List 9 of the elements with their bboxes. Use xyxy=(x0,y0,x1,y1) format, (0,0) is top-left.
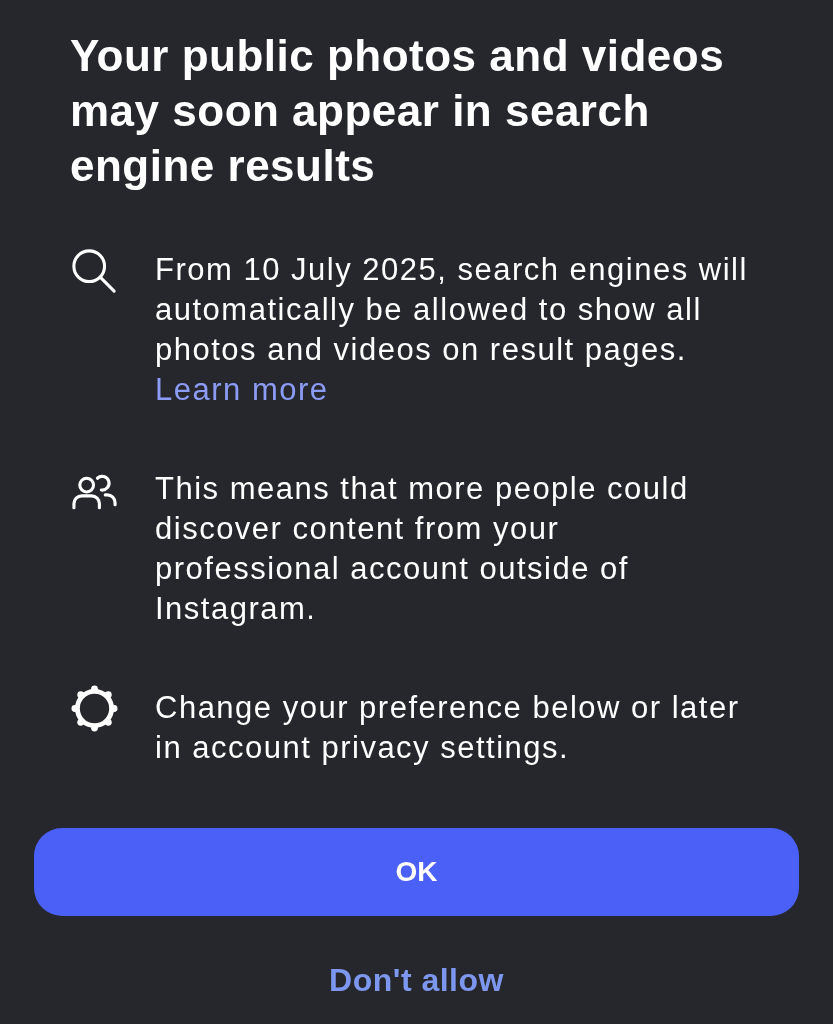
info-paragraph: This means that more people could discover content from your professional account outside of Instagram. xyxy=(155,470,690,628)
dialog-title: Your public photos and videos may soon appear in search engine results xyxy=(70,30,726,192)
gear-icon xyxy=(71,685,118,732)
info-paragraph: Change your preference below or later in account privacy settings. xyxy=(155,689,741,767)
ok-button[interactable]: OK xyxy=(34,828,799,916)
learn-more-link[interactable]: Learn more xyxy=(155,372,329,407)
dont-allow-button[interactable]: Don't allow xyxy=(321,952,512,1008)
search-icon xyxy=(71,248,117,294)
info-paragraph: From 10 July 2025, search engines will automatically be allowed to show all photos and videos on result pages. Learn more xyxy=(155,251,749,409)
